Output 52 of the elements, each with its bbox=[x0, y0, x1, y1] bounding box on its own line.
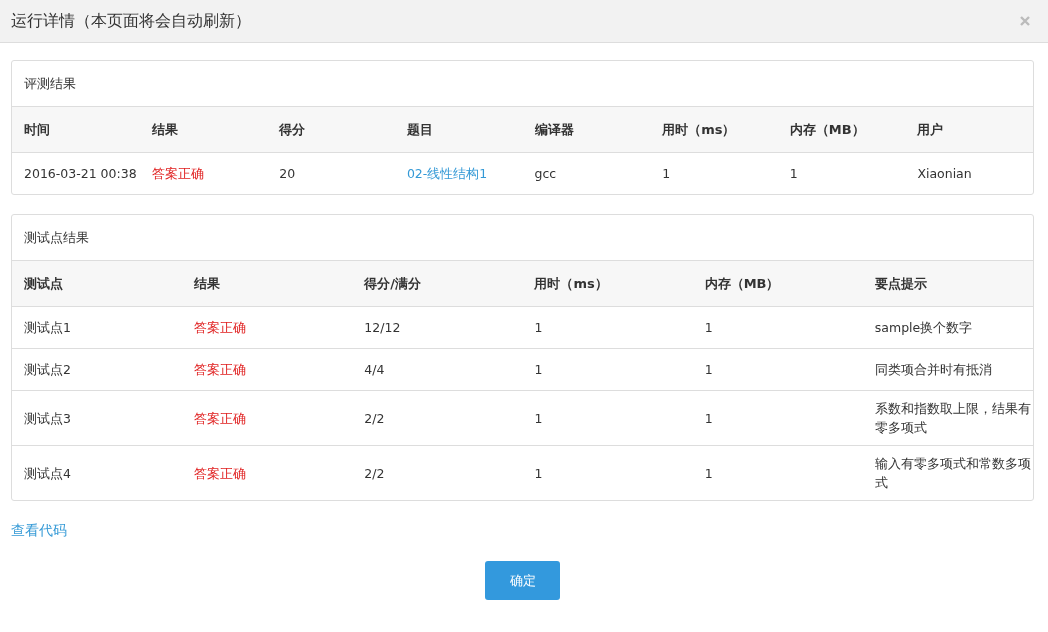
table-cell: 1 bbox=[534, 320, 543, 335]
column-header: 测试点 bbox=[24, 275, 63, 291]
column-header: 编译器 bbox=[534, 121, 574, 137]
problem-link[interactable]: 02-线性结构1 bbox=[406, 166, 488, 181]
column-header: 要点提示 bbox=[874, 275, 927, 291]
table-cell: 2016-03-21 00:38 bbox=[24, 166, 137, 181]
result-status: 答案正确 bbox=[194, 465, 247, 481]
table-cell: gcc bbox=[534, 166, 557, 181]
column-header: 用时（ms） bbox=[662, 121, 736, 137]
table-cell: 同类项合并时有抵消 bbox=[874, 362, 992, 377]
table-cell: 1 bbox=[662, 166, 671, 181]
column-header: 结果 bbox=[151, 121, 178, 137]
confirm-button[interactable]: 确定 bbox=[485, 561, 560, 600]
table-cell: 20 bbox=[279, 166, 296, 181]
panel-heading: 评测结果 bbox=[24, 74, 76, 93]
table-cell: sample换个数字 bbox=[874, 320, 973, 335]
table-cell: 12/12 bbox=[364, 320, 401, 335]
column-header: 用时（ms） bbox=[534, 275, 608, 291]
table-cell: 2/2 bbox=[364, 465, 385, 481]
column-header: 题目 bbox=[406, 121, 433, 137]
table-cell: 1 bbox=[789, 166, 798, 181]
column-header: 内存（MB） bbox=[704, 275, 780, 291]
table-cell: 测试点3 bbox=[24, 410, 71, 426]
result-status: 答案正确 bbox=[194, 362, 247, 377]
close-icon[interactable] bbox=[1020, 16, 1030, 26]
table-cell: 4/4 bbox=[364, 362, 385, 377]
table-cell: Xiaonian bbox=[917, 166, 972, 181]
table-cell: 系数和指数取上限，结果有零多项式 bbox=[874, 401, 1031, 435]
table-cell: 测试点4 bbox=[24, 465, 71, 481]
column-header: 时间 bbox=[24, 121, 50, 137]
view-code-link[interactable]: 查看代码 bbox=[11, 522, 67, 540]
table-cell: 1 bbox=[704, 410, 713, 426]
table-cell: 1 bbox=[704, 465, 713, 481]
column-header: 内存（MB） bbox=[789, 121, 865, 137]
table-cell: 输入有零多项式和常数多项式 bbox=[874, 456, 1031, 490]
table-cell: 1 bbox=[534, 465, 543, 481]
column-header: 得分/满分 bbox=[364, 275, 422, 291]
result-status: 答案正确 bbox=[194, 320, 247, 335]
result-status: 答案正确 bbox=[194, 410, 247, 426]
table-cell: 测试点1 bbox=[24, 320, 71, 335]
column-header: 用户 bbox=[917, 121, 944, 137]
column-header: 结果 bbox=[194, 275, 221, 291]
table-cell: 1 bbox=[704, 320, 713, 335]
dialog-title: 运行详情（本页面将会自动刷新） bbox=[11, 10, 251, 32]
result-status: 答案正确 bbox=[151, 166, 204, 181]
column-header: 得分 bbox=[279, 121, 306, 137]
panel-heading: 测试点结果 bbox=[24, 228, 89, 247]
table-cell: 1 bbox=[534, 362, 543, 377]
table-cell: 1 bbox=[534, 410, 543, 426]
table-cell: 1 bbox=[704, 362, 713, 377]
table-cell: 测试点2 bbox=[24, 362, 71, 377]
table-cell: 2/2 bbox=[364, 410, 385, 426]
